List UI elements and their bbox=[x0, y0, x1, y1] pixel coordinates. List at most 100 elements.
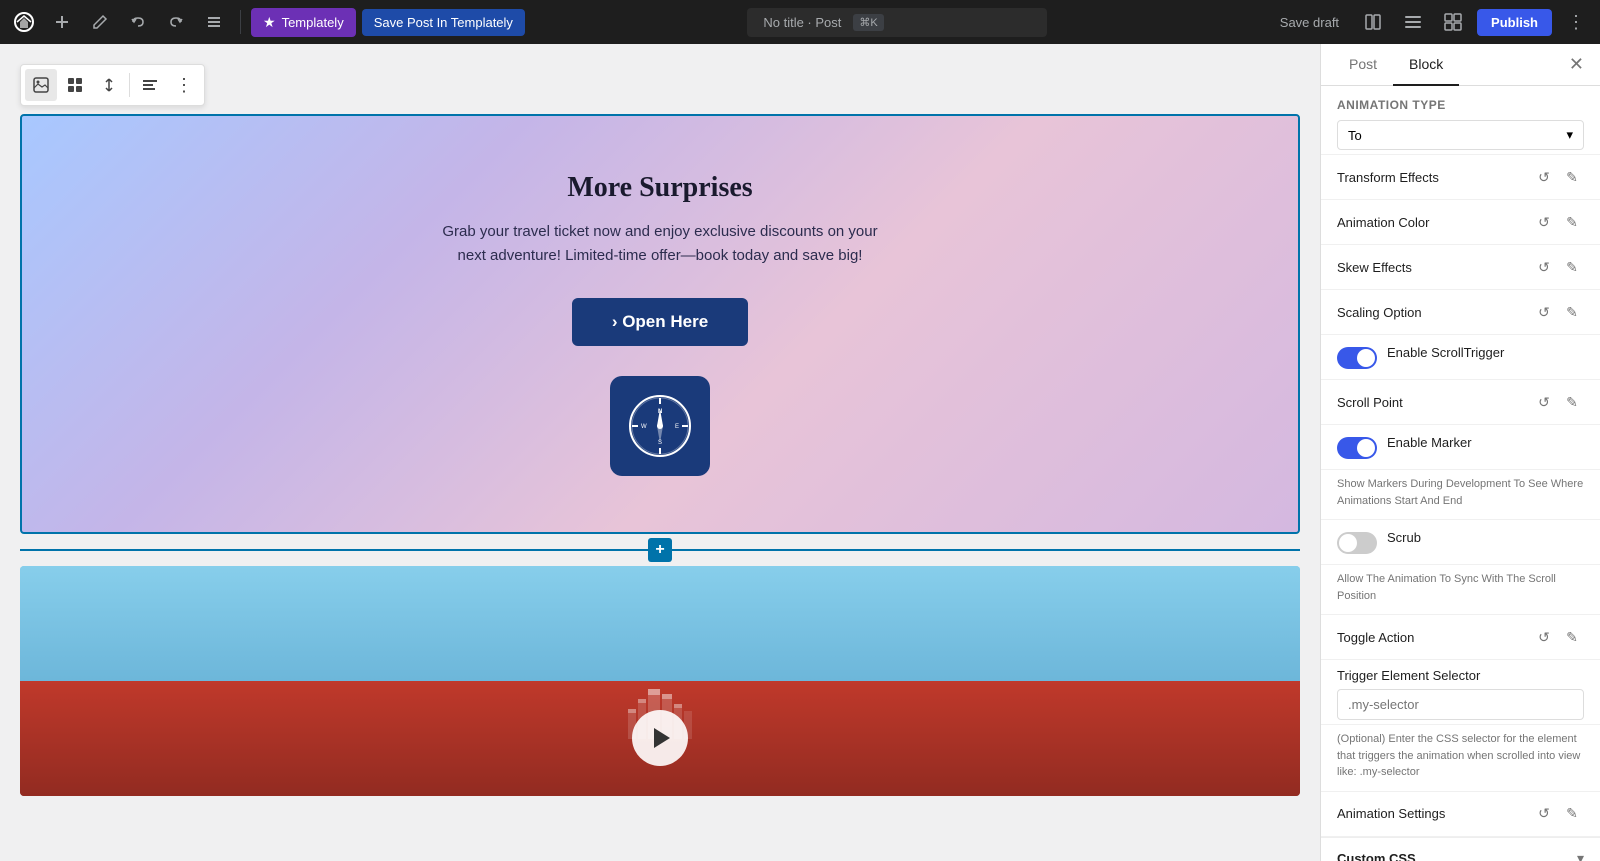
redo-button[interactable] bbox=[160, 6, 192, 38]
tab-post[interactable]: Post bbox=[1333, 44, 1393, 86]
scaling-option-label: Scaling Option bbox=[1337, 305, 1422, 320]
toggle-action-label: Toggle Action bbox=[1337, 630, 1414, 645]
post-title-bar: No title · Post ⌘K bbox=[747, 8, 1047, 37]
trigger-element-label: Trigger Element Selector bbox=[1337, 668, 1584, 683]
block-toolbar-divider bbox=[129, 73, 130, 97]
block-grid-tool[interactable] bbox=[59, 69, 91, 101]
layout-button[interactable] bbox=[1437, 6, 1469, 38]
templately-icon: ★ bbox=[263, 14, 276, 31]
scrub-helper-text: Allow The Animation To Sync With The Scr… bbox=[1321, 565, 1600, 615]
top-toolbar: ★ Templately Save Post In Templately No … bbox=[0, 0, 1600, 44]
animation-type-label: Animation Type bbox=[1337, 98, 1584, 112]
templately-button[interactable]: ★ Templately bbox=[251, 8, 356, 37]
svg-text:W: W bbox=[641, 424, 647, 430]
panel-content: Animation Type To ▾ Transform Effects ↺ … bbox=[1321, 86, 1600, 861]
scroll-point-actions: ↺ ✎ bbox=[1532, 390, 1584, 414]
svg-text:E: E bbox=[675, 424, 679, 430]
scrub-toggle[interactable] bbox=[1337, 532, 1377, 554]
more-options-button[interactable]: ⋮ bbox=[1560, 6, 1592, 38]
settings-button[interactable] bbox=[1397, 6, 1429, 38]
toggle-knob bbox=[1357, 349, 1375, 367]
scaling-option-actions: ↺ ✎ bbox=[1532, 300, 1584, 324]
animation-settings-edit-button[interactable]: ✎ bbox=[1560, 802, 1584, 826]
animation-color-row: Animation Color ↺ ✎ bbox=[1321, 200, 1600, 245]
scrub-row: Scrub bbox=[1321, 520, 1600, 565]
panel-tabs: Post Block ✕ bbox=[1321, 44, 1600, 86]
custom-css-header[interactable]: Custom CSS ▾ bbox=[1321, 837, 1600, 861]
toggle-action-reset-button[interactable]: ↺ bbox=[1532, 625, 1556, 649]
block-image-tool[interactable] bbox=[25, 69, 57, 101]
topbar-center: No title · Post ⌘K bbox=[531, 8, 1264, 37]
scroll-trigger-row: Enable ScrollTrigger bbox=[1321, 335, 1600, 380]
scaling-option-row: Scaling Option ↺ ✎ bbox=[1321, 290, 1600, 335]
block-more-tool[interactable]: ⋮ bbox=[168, 69, 200, 101]
content-block: More Surprises Grab your travel ticket n… bbox=[20, 114, 1300, 534]
save-templately-button[interactable]: Save Post In Templately bbox=[362, 9, 525, 36]
scroll-point-edit-button[interactable]: ✎ bbox=[1560, 390, 1584, 414]
toggle-action-edit-button[interactable]: ✎ bbox=[1560, 625, 1584, 649]
transform-effects-row: Transform Effects ↺ ✎ bbox=[1321, 155, 1600, 200]
scroll-trigger-toggle[interactable] bbox=[1337, 347, 1377, 369]
scroll-trigger-label: Enable ScrollTrigger bbox=[1387, 345, 1504, 360]
scroll-point-reset-button[interactable]: ↺ bbox=[1532, 390, 1556, 414]
save-draft-button[interactable]: Save draft bbox=[1270, 9, 1349, 36]
animation-settings-label: Animation Settings bbox=[1337, 806, 1445, 821]
transform-edit-button[interactable]: ✎ bbox=[1560, 165, 1584, 189]
animation-color-edit-button[interactable]: ✎ bbox=[1560, 210, 1584, 234]
transform-reset-button[interactable]: ↺ bbox=[1532, 165, 1556, 189]
scaling-reset-button[interactable]: ↺ bbox=[1532, 300, 1556, 324]
panel-close-button[interactable]: ✕ bbox=[1565, 50, 1588, 79]
transform-effects-label: Transform Effects bbox=[1337, 170, 1439, 185]
add-block-button[interactable] bbox=[46, 6, 78, 38]
skew-effects-label: Skew Effects bbox=[1337, 260, 1412, 275]
animation-color-label: Animation Color bbox=[1337, 215, 1430, 230]
post-title: No title · Post bbox=[763, 15, 841, 30]
enable-marker-row: Enable Marker bbox=[1321, 425, 1600, 470]
block-arrows-tool[interactable] bbox=[93, 69, 125, 101]
video-block bbox=[20, 566, 1300, 796]
trigger-element-helper: (Optional) Enter the CSS selector for th… bbox=[1321, 725, 1600, 792]
play-triangle-icon bbox=[654, 728, 670, 748]
enable-marker-label: Enable Marker bbox=[1387, 435, 1472, 450]
edit-button[interactable] bbox=[84, 6, 116, 38]
video-play-button[interactable] bbox=[632, 710, 688, 766]
main-area: ⋮ More Surprises Grab your travel ticket… bbox=[0, 44, 1600, 861]
editor-area: ⋮ More Surprises Grab your travel ticket… bbox=[0, 44, 1320, 861]
scrub-toggle-knob bbox=[1339, 534, 1357, 552]
animation-settings-row: Animation Settings ↺ ✎ bbox=[1321, 792, 1600, 837]
view-toggle-button[interactable] bbox=[1357, 6, 1389, 38]
marker-helper-text: Show Markers During Development To See W… bbox=[1321, 470, 1600, 520]
scaling-edit-button[interactable]: ✎ bbox=[1560, 300, 1584, 324]
tab-block[interactable]: Block bbox=[1393, 44, 1459, 86]
list-view-button[interactable] bbox=[198, 6, 230, 38]
custom-css-chevron-icon: ▾ bbox=[1577, 850, 1584, 861]
skew-edit-button[interactable]: ✎ bbox=[1560, 255, 1584, 279]
open-here-button[interactable]: › Open Here bbox=[572, 298, 748, 346]
video-block-inner bbox=[20, 566, 1300, 796]
block-toolbar: ⋮ bbox=[20, 64, 205, 106]
animation-color-actions: ↺ ✎ bbox=[1532, 210, 1584, 234]
scroll-point-label: Scroll Point bbox=[1337, 395, 1403, 410]
toggle-action-actions: ↺ ✎ bbox=[1532, 625, 1584, 649]
block-align-tool[interactable] bbox=[134, 69, 166, 101]
skew-effects-row: Skew Effects ↺ ✎ bbox=[1321, 245, 1600, 290]
compass-widget: N S E W bbox=[610, 376, 710, 476]
animation-color-reset-button[interactable]: ↺ bbox=[1532, 210, 1556, 234]
add-block-plus-button[interactable]: + bbox=[648, 538, 672, 562]
chevron-down-icon: ▾ bbox=[1566, 127, 1573, 143]
wp-logo[interactable] bbox=[8, 6, 40, 38]
topbar-right: Save draft Publish ⋮ bbox=[1270, 6, 1592, 38]
publish-button[interactable]: Publish bbox=[1477, 9, 1552, 36]
block-line-right bbox=[672, 549, 1300, 551]
skew-effects-actions: ↺ ✎ bbox=[1532, 255, 1584, 279]
content-body: Grab your travel ticket now and enjoy ex… bbox=[440, 220, 880, 268]
animation-type-dropdown[interactable]: To ▾ bbox=[1337, 120, 1584, 150]
undo-button[interactable] bbox=[122, 6, 154, 38]
animation-settings-reset-button[interactable]: ↺ bbox=[1532, 802, 1556, 826]
animation-settings-actions: ↺ ✎ bbox=[1532, 802, 1584, 826]
templately-label: Templately bbox=[282, 15, 344, 30]
shortcut-badge: ⌘K bbox=[853, 14, 883, 31]
skew-reset-button[interactable]: ↺ bbox=[1532, 255, 1556, 279]
trigger-element-input[interactable] bbox=[1337, 689, 1584, 720]
enable-marker-toggle[interactable] bbox=[1337, 437, 1377, 459]
